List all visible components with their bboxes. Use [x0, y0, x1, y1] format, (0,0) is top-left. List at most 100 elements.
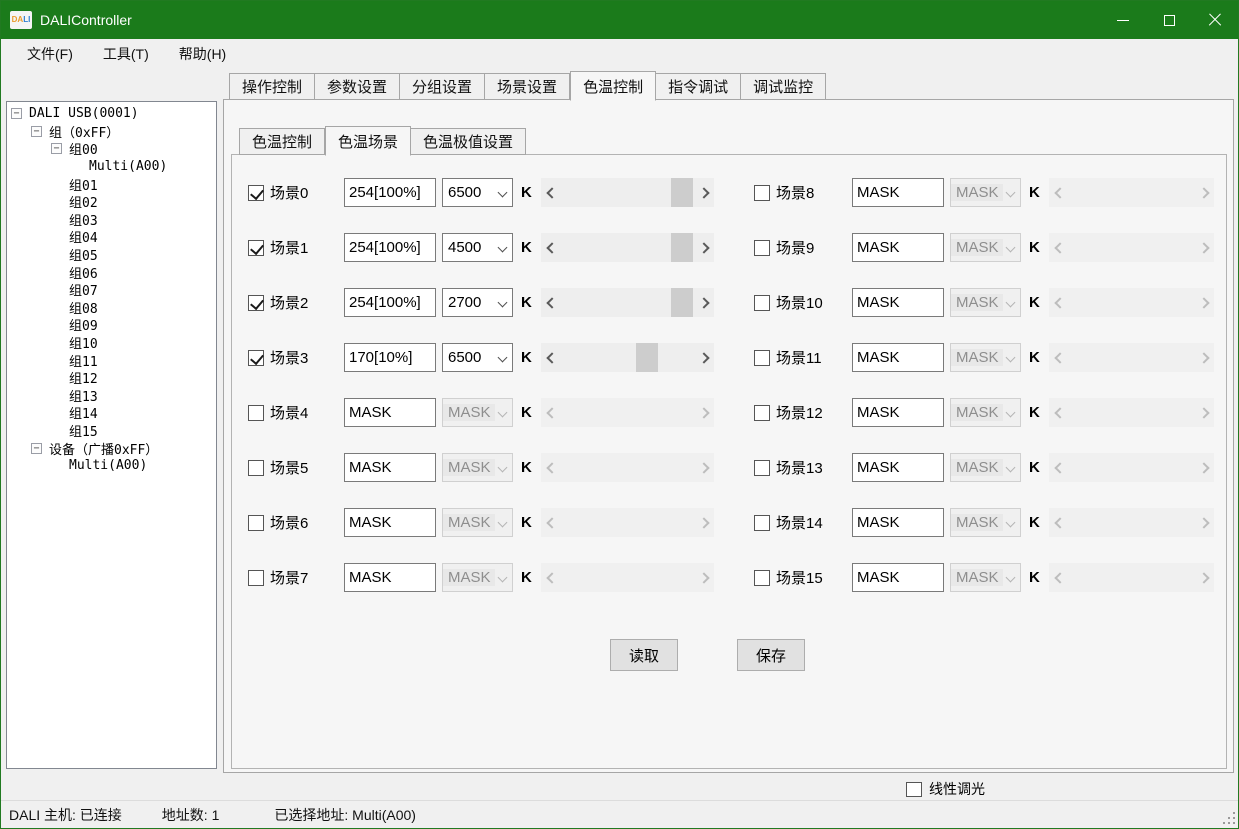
- scroll-left-icon[interactable]: [541, 178, 559, 207]
- scrollbar-track[interactable]: [1067, 288, 1196, 317]
- tree-item-20[interactable]: Multi(A00): [7, 457, 216, 475]
- tree-item-12[interactable]: 组09: [7, 316, 216, 334]
- main-tab-2[interactable]: 分组设置: [400, 73, 485, 100]
- scene-checkbox[interactable]: [754, 185, 770, 201]
- scrollbar-track[interactable]: [559, 563, 696, 592]
- scene-temp-select[interactable]: MASK: [442, 453, 513, 482]
- scene-temp-select[interactable]: MASK: [950, 508, 1021, 537]
- scroll-right-icon[interactable]: [696, 343, 714, 372]
- scene-checkbox[interactable]: [248, 570, 264, 586]
- scroll-right-icon[interactable]: [696, 508, 714, 537]
- scroll-right-icon[interactable]: [1196, 508, 1214, 537]
- scroll-left-icon[interactable]: [541, 508, 559, 537]
- scene-checkbox[interactable]: [754, 405, 770, 421]
- scroll-right-icon[interactable]: [696, 398, 714, 427]
- scroll-left-icon[interactable]: [1049, 398, 1067, 427]
- scrollbar-track[interactable]: [1067, 563, 1196, 592]
- scene-temp-select[interactable]: MASK: [442, 508, 513, 537]
- scene-temp-select[interactable]: 6500: [442, 178, 513, 207]
- scene-temp-select[interactable]: MASK: [442, 563, 513, 592]
- scroll-left-icon[interactable]: [1049, 343, 1067, 372]
- scene-value-input[interactable]: [852, 398, 944, 427]
- scroll-right-icon[interactable]: [1196, 398, 1214, 427]
- tree-item-3[interactable]: Multi(A00): [7, 158, 216, 176]
- tree-collapse-icon[interactable]: −: [31, 443, 42, 454]
- scrollbar-thumb[interactable]: [671, 178, 693, 207]
- scene-value-input[interactable]: [852, 233, 944, 262]
- scroll-left-icon[interactable]: [541, 343, 559, 372]
- tree-item-15[interactable]: 组12: [7, 369, 216, 387]
- scrollbar-track[interactable]: [559, 343, 696, 372]
- scene-value-input[interactable]: [852, 343, 944, 372]
- scene-value-input[interactable]: [344, 563, 436, 592]
- scroll-right-icon[interactable]: [1196, 343, 1214, 372]
- main-tab-6[interactable]: 调试监控: [741, 73, 826, 100]
- tree-item-8[interactable]: 组05: [7, 246, 216, 264]
- main-tab-1[interactable]: 参数设置: [315, 73, 400, 100]
- scene-value-input[interactable]: [344, 233, 436, 262]
- scene-checkbox[interactable]: [754, 295, 770, 311]
- tree-item-10[interactable]: 组07: [7, 281, 216, 299]
- main-tab-4[interactable]: 色温控制: [570, 71, 656, 101]
- tree-item-19[interactable]: −设备（广播0xFF）: [7, 439, 216, 457]
- linear-dimming-checkbox[interactable]: [906, 782, 922, 797]
- tree-item-18[interactable]: 组15: [7, 422, 216, 440]
- scrollbar-thumb[interactable]: [671, 233, 693, 262]
- tree-item-6[interactable]: 组03: [7, 211, 216, 229]
- scene-checkbox[interactable]: [248, 240, 264, 256]
- sub-tab-2[interactable]: 色温极值设置: [411, 128, 526, 155]
- scroll-left-icon[interactable]: [1049, 288, 1067, 317]
- scene-temp-select[interactable]: MASK: [950, 453, 1021, 482]
- scroll-right-icon[interactable]: [1196, 563, 1214, 592]
- main-tab-5[interactable]: 指令调试: [656, 73, 741, 100]
- tree-item-16[interactable]: 组13: [7, 387, 216, 405]
- resize-grip-icon[interactable]: [1223, 812, 1235, 824]
- sub-tab-0[interactable]: 色温控制: [239, 128, 325, 155]
- maximize-button[interactable]: [1146, 1, 1192, 39]
- scene-checkbox[interactable]: [248, 515, 264, 531]
- scroll-left-icon[interactable]: [1049, 178, 1067, 207]
- scene-temp-select[interactable]: 6500: [442, 343, 513, 372]
- scene-value-input[interactable]: [344, 508, 436, 537]
- scene-value-input[interactable]: [852, 288, 944, 317]
- tree-item-2[interactable]: −组00: [7, 140, 216, 158]
- tree-item-14[interactable]: 组11: [7, 351, 216, 369]
- scrollbar-track[interactable]: [559, 453, 696, 482]
- scroll-right-icon[interactable]: [1196, 178, 1214, 207]
- scene-temp-select[interactable]: MASK: [950, 178, 1021, 207]
- tree-item-7[interactable]: 组04: [7, 228, 216, 246]
- scene-value-input[interactable]: [344, 398, 436, 427]
- scene-checkbox[interactable]: [248, 295, 264, 311]
- scene-value-input[interactable]: [344, 343, 436, 372]
- scroll-left-icon[interactable]: [541, 288, 559, 317]
- scroll-right-icon[interactable]: [696, 233, 714, 262]
- scroll-right-icon[interactable]: [696, 288, 714, 317]
- scene-value-input[interactable]: [344, 178, 436, 207]
- scene-checkbox[interactable]: [754, 570, 770, 586]
- tree-item-11[interactable]: 组08: [7, 299, 216, 317]
- scroll-right-icon[interactable]: [696, 178, 714, 207]
- scene-temp-select[interactable]: MASK: [950, 288, 1021, 317]
- scrollbar-track[interactable]: [559, 288, 696, 317]
- main-tab-0[interactable]: 操作控制: [229, 73, 315, 100]
- scrollbar-track[interactable]: [1067, 233, 1196, 262]
- scene-checkbox[interactable]: [248, 460, 264, 476]
- tree-collapse-icon[interactable]: −: [31, 126, 42, 137]
- scrollbar-track[interactable]: [1067, 508, 1196, 537]
- scene-value-input[interactable]: [344, 288, 436, 317]
- scrollbar-track[interactable]: [1067, 453, 1196, 482]
- tree-item-13[interactable]: 组10: [7, 334, 216, 352]
- app-icon[interactable]: DALI: [10, 11, 32, 29]
- save-button[interactable]: 保存: [737, 639, 805, 671]
- scroll-right-icon[interactable]: [696, 453, 714, 482]
- scroll-left-icon[interactable]: [1049, 233, 1067, 262]
- scroll-left-icon[interactable]: [1049, 563, 1067, 592]
- scene-value-input[interactable]: [852, 178, 944, 207]
- scene-checkbox[interactable]: [248, 405, 264, 421]
- scene-checkbox[interactable]: [248, 185, 264, 201]
- scroll-right-icon[interactable]: [696, 563, 714, 592]
- scroll-right-icon[interactable]: [1196, 453, 1214, 482]
- tree-item-17[interactable]: 组14: [7, 404, 216, 422]
- tree-collapse-icon[interactable]: −: [11, 108, 22, 119]
- scene-checkbox[interactable]: [754, 460, 770, 476]
